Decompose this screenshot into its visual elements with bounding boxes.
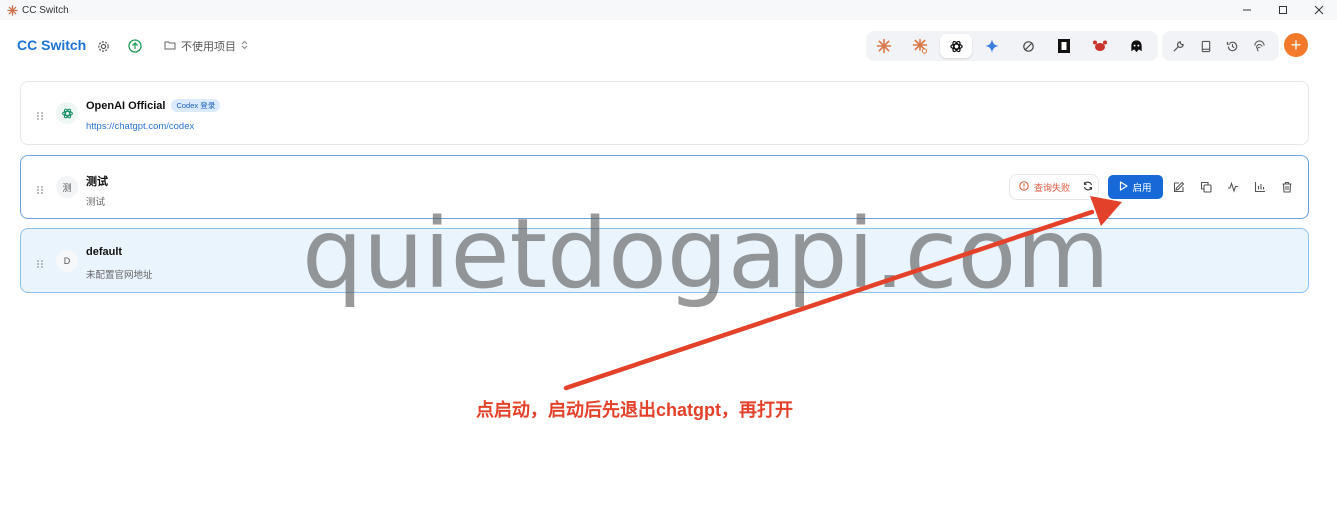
edit-icon[interactable] — [1172, 180, 1186, 194]
claude-alt-icon[interactable] — [902, 31, 938, 61]
claude-icon[interactable] — [866, 31, 902, 61]
watermark-text: quietdogapi.com — [302, 198, 1110, 310]
project-label: 不使用项目 — [181, 41, 236, 53]
brand-title: CC Switch — [17, 37, 87, 53]
fingerprint-icon[interactable] — [1246, 31, 1273, 61]
provider-url-link[interactable]: https://chatgpt.com/codex — [86, 121, 194, 132]
app-logo-icon — [6, 4, 18, 16]
update-arrow-icon[interactable] — [127, 38, 143, 54]
openai-icon[interactable] — [940, 34, 972, 58]
window-titlebar: CC Switch — [0, 0, 1337, 20]
query-status: 查询失败 — [1009, 174, 1099, 200]
play-icon — [1119, 180, 1129, 194]
drag-handle-icon[interactable] — [36, 182, 44, 194]
opencode-icon[interactable] — [1010, 31, 1046, 61]
book-icon[interactable] — [1192, 31, 1219, 61]
openai-avatar-icon — [56, 102, 78, 124]
copy-icon[interactable] — [1199, 180, 1213, 194]
provider-name-text: OpenAI Official — [86, 100, 166, 112]
folder-icon — [164, 40, 176, 53]
chevron-updown-icon — [241, 40, 248, 53]
settings-gear-icon[interactable] — [95, 38, 111, 54]
minimize-icon[interactable] — [1229, 0, 1265, 20]
window-title: CC Switch — [22, 4, 69, 16]
utility-toolbar — [1162, 31, 1279, 61]
drag-handle-icon[interactable] — [36, 108, 44, 120]
drag-handle-icon[interactable] — [36, 256, 44, 268]
refresh-icon[interactable] — [1083, 181, 1093, 193]
provider-card-openai[interactable]: OpenAI Official Codex 登录 https://chatgpt.… — [20, 81, 1309, 145]
crab-icon[interactable] — [1082, 31, 1118, 61]
app-switcher — [866, 31, 1158, 61]
provider-name: 测试 — [86, 176, 108, 188]
provider-name: OpenAI Official Codex 登录 — [86, 99, 221, 112]
chart-icon[interactable] — [1253, 180, 1267, 194]
history-icon[interactable] — [1219, 31, 1246, 61]
codex-login-badge: Codex 登录 — [171, 99, 221, 112]
activity-icon[interactable] — [1226, 180, 1240, 194]
close-icon[interactable] — [1301, 0, 1337, 20]
kimi-icon[interactable] — [1046, 31, 1082, 61]
query-status-text: 查询失败 — [1034, 182, 1071, 193]
annotation-text: 点启动，启动后先退出chatgpt，再打开 — [476, 400, 793, 420]
gemini-icon[interactable] — [974, 31, 1010, 61]
provider-avatar: D — [56, 250, 78, 272]
enable-label: 启用 — [1132, 183, 1152, 194]
maximize-icon[interactable] — [1265, 0, 1301, 20]
trash-icon[interactable] — [1280, 180, 1294, 194]
provider-subtitle: 未配置官网地址 — [86, 270, 153, 281]
provider-subtitle: 测试 — [86, 197, 106, 208]
warning-circle-icon — [1019, 181, 1029, 193]
provider-name: default — [86, 246, 123, 258]
wrench-icon[interactable] — [1165, 31, 1192, 61]
qwen-icon[interactable] — [1118, 31, 1154, 61]
add-provider-button[interactable]: + — [1284, 33, 1308, 57]
enable-button[interactable]: 启用 — [1108, 175, 1163, 199]
provider-avatar: 测 — [56, 176, 78, 198]
project-selector[interactable]: 不使用项目 — [164, 38, 248, 54]
app-header: CC Switch 不使用项目 + — [0, 28, 1337, 64]
